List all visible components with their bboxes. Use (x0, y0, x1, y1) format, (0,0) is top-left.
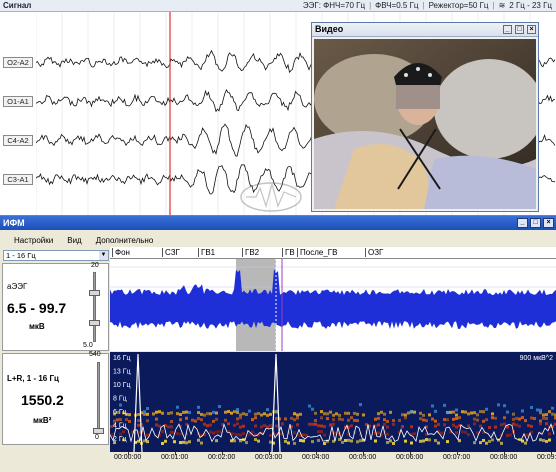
menu-settings[interactable]: Настройки (14, 236, 53, 245)
eeg-header: Сигнал ЭЭГ: ФНЧ=70 Гц | ФВЧ=0.5 Гц | Режек… (0, 0, 556, 12)
menu-extra[interactable]: Дополнительно (96, 236, 154, 245)
hpf-param[interactable]: ФВЧ=0.5 Гц (375, 1, 418, 10)
aeeg-slider-thumb[interactable] (89, 290, 100, 296)
video-title: Видео (315, 24, 344, 34)
band-select-value: 1 - 16 Гц (6, 251, 36, 260)
aeeg-unit: мкВ (29, 322, 45, 331)
channel-label-c4[interactable]: C4-A2 (3, 135, 33, 146)
lr-panel: L+R, 1 - 16 Гц 1550.2 мкВ² 540 0 (2, 351, 109, 445)
channel-label-c3[interactable]: C3-A1 (3, 174, 33, 185)
aeeg-name: аЭЭГ (7, 282, 28, 291)
event-marker[interactable]: ГВ1 (198, 248, 215, 257)
logo-watermark (240, 181, 302, 212)
channel-labels: O2-A2 O1-A1 C4-A2 C3-A1 (0, 12, 36, 215)
time-tick-label: 00:00:00 (114, 452, 142, 461)
wave-icon: ≋ (498, 1, 506, 10)
aeeg-panel: аЭЭГ 6.5 - 99.7 мкВ 20 5.0 (2, 262, 109, 351)
chevron-down-icon[interactable]: ▼ (99, 251, 108, 260)
close-icon[interactable]: × (543, 218, 554, 228)
event-marker[interactable]: СЗГ (162, 248, 180, 257)
lpf-param[interactable]: ЭЭГ: ФНЧ=70 Гц (303, 1, 365, 10)
band-param[interactable]: 2 Гц - 23 Гц (509, 1, 552, 10)
band-select[interactable]: 1 - 16 Гц ▼ (3, 250, 109, 261)
freq-axis-label: 4 Гц (113, 423, 127, 430)
event-bar[interactable]: Фон СЗГ ГВ1 ГВ2 ГВ После_ГВ ОЗГ (110, 247, 556, 259)
lr-slider-track[interactable] (97, 362, 100, 432)
video-frame (314, 39, 536, 209)
maximize-icon[interactable]: □ (530, 218, 541, 228)
lr-unit: мкВ² (33, 416, 52, 425)
trend-area[interactable]: Фон СЗГ ГВ1 ГВ2 ГВ После_ГВ ОЗГ 16 Гц 13 Гц 10 Г… (109, 247, 556, 472)
time-tick-label: 00:05:00 (349, 452, 377, 461)
menu-view[interactable]: Вид (67, 236, 81, 245)
notch-param[interactable]: Режектор=50 Гц (429, 1, 489, 10)
aeeg-slider-thumb-2[interactable] (89, 320, 100, 326)
minimize-icon[interactable]: _ (503, 25, 512, 34)
eeg-window: Сигнал ЭЭГ: ФНЧ=70 Гц | ФВЧ=0.5 Гц | Режек… (0, 0, 556, 216)
lr-name: L+R, 1 - 16 Гц (7, 374, 59, 383)
freq-axis-label: 13 Гц (113, 369, 131, 376)
spec-max-label: 900 мкВ^2 (520, 355, 553, 362)
aeeg-envelope (110, 269, 556, 329)
time-tick-label: 00:02:00 (208, 452, 236, 461)
time-tick-label: 00:06:00 (396, 452, 424, 461)
event-marker[interactable]: ОЗГ (365, 248, 383, 257)
aeeg-scale-top: 20 (91, 262, 99, 269)
video-window[interactable]: Видео _ □ × (311, 22, 539, 212)
aeeg-scale-bottom: 5.0 (83, 342, 93, 349)
event-marker[interactable]: После_ГВ (297, 248, 337, 257)
time-tick-label: 00:04:00 (302, 452, 330, 461)
time-tick-label: 00:07:00 (443, 452, 471, 461)
freq-axis-label: 2 Гц (113, 436, 127, 443)
channel-label-o1[interactable]: O1-A1 (3, 96, 33, 107)
maximize-icon[interactable]: □ (515, 25, 524, 34)
lr-scale-top: 540 (89, 351, 101, 358)
time-tick-label: 00:03:00 (255, 452, 283, 461)
aeeg-slider-track[interactable] (93, 272, 96, 342)
minimize-icon[interactable]: _ (517, 218, 528, 228)
close-icon[interactable]: × (527, 25, 536, 34)
event-marker[interactable]: ГВ2 (242, 248, 259, 257)
aeeg-plot[interactable] (110, 259, 556, 351)
time-tick-label: 00:01:00 (161, 452, 189, 461)
lr-scale-bottom: 0 (95, 434, 99, 441)
event-marker[interactable]: ГВ (282, 248, 295, 257)
time-tick-label: 00:08:00 (490, 452, 518, 461)
freq-axis-label: 6 Гц (113, 409, 127, 416)
freq-axis-label: 16 Гц (113, 355, 131, 362)
freq-axis-label: 8 Гц (113, 396, 127, 403)
freq-axis-label: 10 Гц (113, 382, 131, 389)
channel-label-o2[interactable]: O2-A2 (3, 57, 33, 68)
eeg-params: ЭЭГ: ФНЧ=70 Гц | ФВЧ=0.5 Гц | Режектор=50 … (302, 1, 552, 10)
lr-slider-thumb[interactable] (93, 428, 104, 434)
ifm-title: ИФМ (3, 218, 25, 228)
lr-value: 1550.2 (21, 392, 64, 408)
event-marker[interactable]: Фон (112, 248, 130, 257)
eeg-title: Сигнал (3, 1, 32, 10)
ifm-title-bar[interactable]: ИФМ _ □ × (0, 216, 556, 230)
spectrum-plot[interactable]: 16 Гц 13 Гц 10 Гц 8 Гц 6 Гц 4 Гц 2 Гц 900 мкВ^2 (109, 352, 556, 453)
spectrogram: 16 Гц 13 Гц 10 Гц 8 Гц 6 Гц 4 Гц 2 Гц 900 мкВ^2 (109, 352, 556, 453)
video-title-bar[interactable]: Видео _ □ × (312, 23, 538, 37)
time-axis: 00:00:00 00:01:00 00:02:00 00:03:00 00:04:00… (110, 452, 556, 472)
aeeg-trend-graph (110, 259, 556, 351)
time-tick-label: 00:09:00 (537, 452, 556, 461)
patient-video-image (314, 39, 536, 209)
aeeg-value: 6.5 - 99.7 (7, 300, 67, 316)
